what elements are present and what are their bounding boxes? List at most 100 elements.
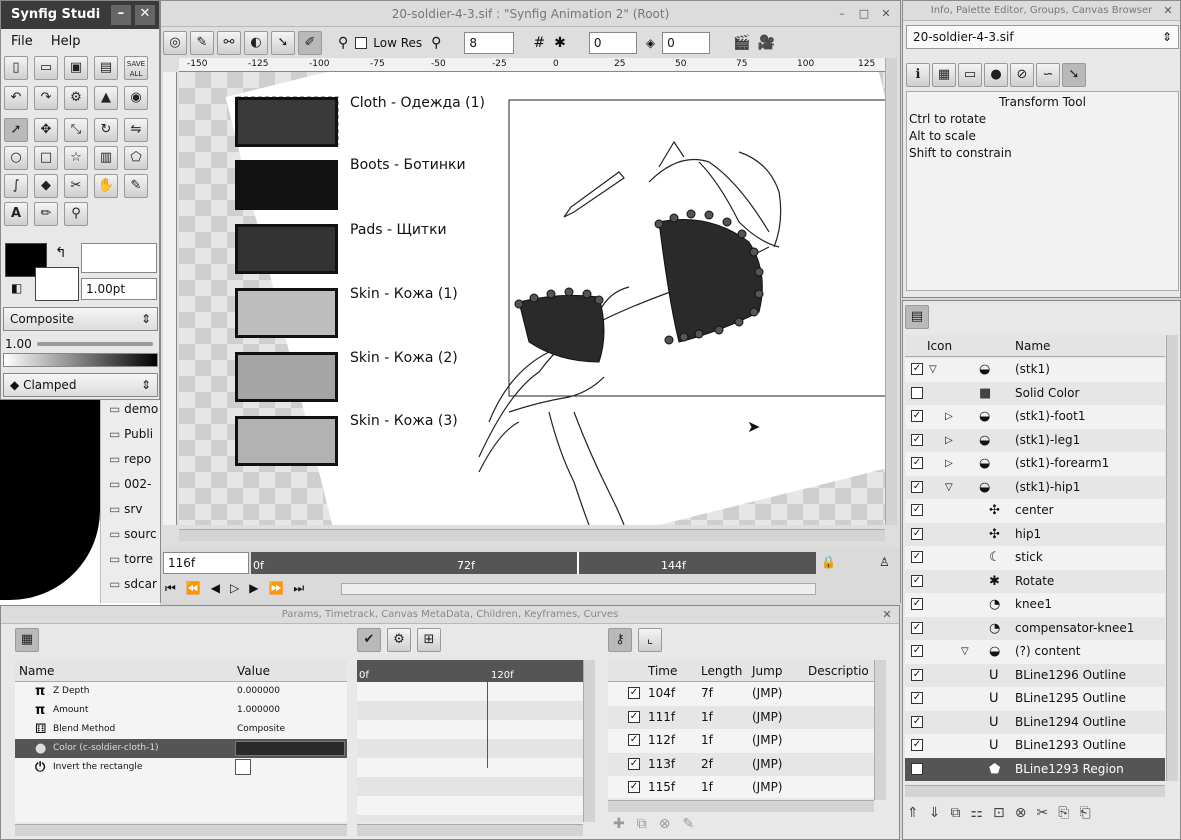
encapsulate-icon[interactable]: ⚏ [970,805,983,821]
keyframe-active-checkbox[interactable]: ✓ [628,734,640,746]
param-row[interactable]: ● Color (c-soldier-cloth-1) [15,739,347,758]
keyframe-row[interactable]: ✓ 104f 7f (JMP) [608,682,874,705]
scale-tool-icon[interactable]: ⤡ [64,118,88,142]
polygon-tool-icon[interactable]: ⬠ [124,146,148,170]
keyframe-jump[interactable]: (JMP) [752,706,783,729]
param-value[interactable]: 1.000000 [237,701,280,720]
layer-visibility-checkbox[interactable]: ✓ [911,433,923,446]
layer-visibility-checkbox[interactable]: ✓ [911,739,923,751]
current-frame-field[interactable]: 116f [163,552,249,574]
metadata-tab-icon[interactable]: ⚙ [387,628,411,652]
canvas-hscrollbar[interactable] [179,529,885,541]
keyframe-jump[interactable]: (JMP) [752,729,783,752]
render-icon[interactable]: ⚲ [431,35,441,51]
preview-icon[interactable]: ◉ [124,86,148,110]
sketch-tool-icon[interactable]: ✏ [34,202,58,226]
width-tool-icon[interactable]: ✋ [94,174,118,198]
past-onion-spin[interactable]: 0 [588,32,637,54]
setup-icon[interactable]: ⚙ [64,86,88,110]
render-settings-icon[interactable]: 🎬 [733,35,750,51]
param-value[interactable]: Composite [237,720,285,739]
minimize-icon[interactable]: – [834,6,850,22]
keyframe-jump[interactable]: (JMP) [752,753,783,776]
layers-vscrollbar[interactable] [1166,335,1178,781]
folder-icon[interactable]: ▭ [958,63,982,87]
paste-icon[interactable]: ⎗ [1079,805,1090,821]
menu-help[interactable]: Help [51,34,81,49]
file-item[interactable]: ▭ torre [109,552,153,566]
params-tab-icon[interactable]: ▦ [15,628,39,652]
layer-visibility-checkbox[interactable]: ✓ [911,527,923,540]
fill-color-swatch[interactable] [35,267,79,301]
keyframe-properties-icon[interactable]: ✎ [682,816,694,832]
file-item[interactable]: ▭ 002- [109,477,151,491]
timebar[interactable]: 0f 72f 144f [251,552,816,574]
tool-options-icon[interactable]: ➘ [1062,63,1086,87]
rotate-tool-icon[interactable]: ↻ [94,118,118,142]
open-file-icon[interactable]: ▭ [34,56,58,80]
layer-visibility-checkbox[interactable]: ✓ [911,504,923,516]
keyframes-vscrollbar[interactable] [874,660,886,800]
onion-skin-icon[interactable]: ◈ [646,36,655,50]
close-icon[interactable]: ✕ [1160,3,1176,19]
new-file-icon[interactable]: ▯ [4,56,28,80]
brush-size-field[interactable]: 1.00pt [81,278,157,300]
onion-icon[interactable]: ◐ [244,31,268,55]
set-layer-icon[interactable]: ⊡ [993,805,1005,821]
layer-visibility-checkbox[interactable]: ✓ [911,762,923,775]
keyframe-active-checkbox[interactable]: ✓ [628,781,640,793]
text-tool-icon[interactable]: A [4,202,28,226]
layer-visibility-checkbox[interactable]: ✓ [911,410,923,422]
keyframe-active-checkbox[interactable]: ✓ [628,687,640,699]
seek-begin-icon[interactable]: ⏮ [165,581,186,595]
layer-visibility-checkbox[interactable]: ✓ [911,598,923,610]
close-icon[interactable]: ✕ [135,5,155,25]
layer-visibility-checkbox[interactable]: ✓ [911,480,923,493]
param-row[interactable]: π Z Depth 0.000000 [15,682,347,701]
library-icon[interactable]: ∽ [1036,63,1060,87]
param-row[interactable]: ⏻ Invert the rectangle [15,758,347,777]
low-res-checkbox[interactable] [355,37,368,49]
layer-row[interactable]: ✓ ◔ compensator-knee1 [905,616,1165,640]
keyframe-row[interactable]: ✓ 112f 1f (JMP) [608,729,874,752]
layers-hscrollbar[interactable] [905,785,1165,797]
file-item[interactable]: ▭ repo [109,452,151,466]
keyframe-jump[interactable]: (JMP) [752,776,783,798]
quality-spin[interactable]: 8 [464,32,515,54]
history-icon[interactable]: ⊘ [1010,63,1034,87]
layer-row[interactable]: ✓ ᑌ BLine1293 Outline [905,734,1165,757]
save-as-icon[interactable]: ▤ [94,56,118,80]
grid-icon[interactable]: # [533,35,545,51]
edit-icon[interactable]: ✐ [298,31,322,55]
animation-mode-icon[interactable]: ♙ [879,555,890,569]
palette-icon[interactable]: ▦ [932,63,956,87]
expand-down-icon[interactable]: ▽ [945,476,953,499]
info-icon[interactable]: ℹ [906,63,930,87]
seek-end-icon[interactable]: ⏭ [293,581,314,595]
view-icon[interactable]: ◎ [163,31,187,55]
future-onion-spin[interactable]: 0 [662,32,711,54]
timetrack-area[interactable] [357,682,583,822]
file-item[interactable]: ▭ srv [109,502,142,516]
layer-visibility-checkbox[interactable]: ✓ [911,551,923,563]
keyframe-active-checkbox[interactable]: ✓ [628,710,640,723]
keyframes-tab-icon[interactable]: ⚷ [608,628,632,652]
params-hscrollbar[interactable] [15,824,347,836]
prev-frame-icon[interactable]: ◀ [211,581,230,595]
fill-tool-icon[interactable]: ◆ [34,174,58,198]
menu-file[interactable]: File [11,34,33,49]
add-keyframe-icon[interactable]: ✚ [613,816,625,832]
draw-tool-icon[interactable]: ✎ [124,174,148,198]
keyframe-lock-icon[interactable]: 🔒 [821,555,836,569]
zoom-icon[interactable]: ⚲ [338,35,348,51]
expand-right-icon[interactable]: ▷ [945,429,953,452]
zoom-tool-icon[interactable]: ⚲ [64,202,88,226]
layer-visibility-checkbox[interactable]: ✓ [911,457,923,469]
timetrack-tab-icon[interactable]: ✔ [357,628,381,652]
layer-visibility-checkbox[interactable]: ✓ [911,621,923,634]
file-item[interactable]: ▭ Publi [109,427,153,441]
next-keyframe-icon[interactable]: ⏩ [268,581,293,595]
pointer-icon[interactable]: ➘ [271,31,295,55]
expand-right-icon[interactable]: ▷ [945,452,953,475]
layer-row[interactable]: ✓ ▽ ◒ (stk1) [905,358,1165,381]
